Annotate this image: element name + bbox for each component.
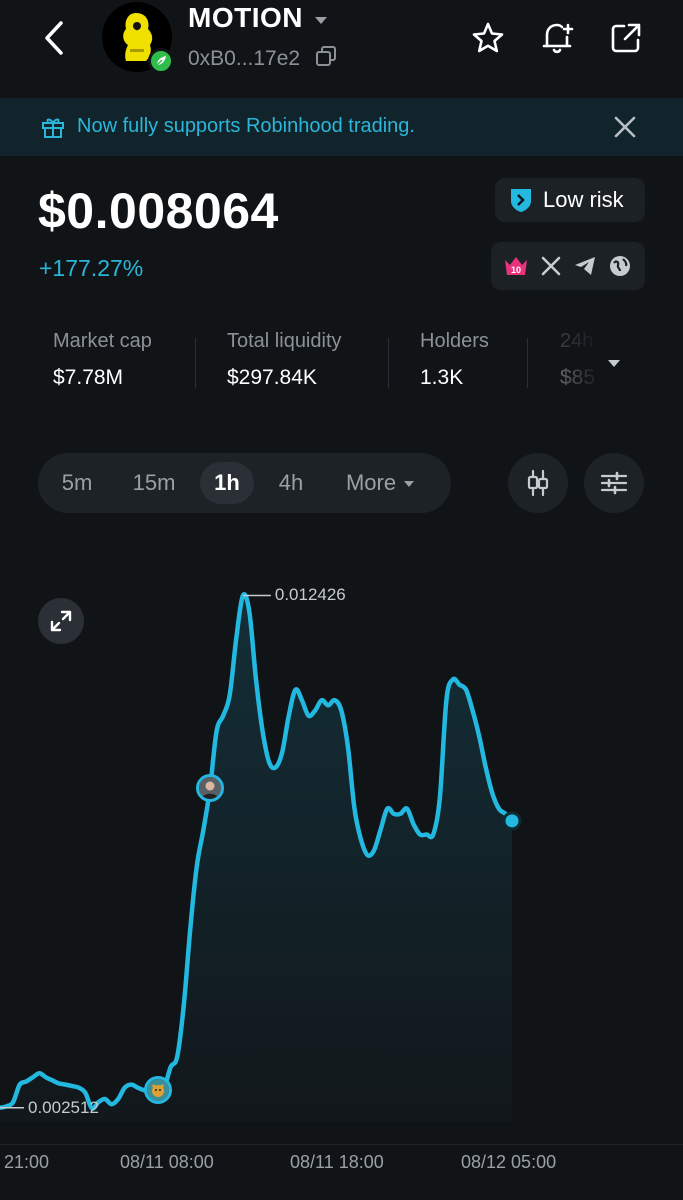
chart-type-button[interactable] <box>508 453 568 513</box>
timeframe-15m[interactable]: 15m <box>121 462 187 504</box>
stat-label: Holders <box>420 330 489 352</box>
token-name-selector[interactable]: MOTION <box>188 2 327 34</box>
price-change: +177.27% <box>39 255 144 281</box>
risk-badge[interactable]: Low risk <box>495 178 645 222</box>
trader-avatar-icon <box>146 1078 169 1101</box>
stat-24h-volume: 24h $85 <box>560 330 602 390</box>
stat-value: 1.3K <box>420 366 464 389</box>
divider <box>388 338 389 388</box>
telegram-icon[interactable] <box>572 253 598 279</box>
price-chart[interactable] <box>0 540 683 1160</box>
trader-avatar-icon <box>199 777 222 799</box>
price-alert-button[interactable] <box>538 16 578 60</box>
more-label: More <box>345 470 397 495</box>
stat-total-liquidity: Total liquidity $297.84K <box>227 330 342 390</box>
bell-plus-icon <box>542 23 574 54</box>
caret-down-icon <box>315 16 327 24</box>
gift-icon <box>40 114 66 145</box>
copy-icon[interactable] <box>314 44 338 74</box>
social-links: 10 <box>491 242 645 290</box>
expand-icon <box>50 610 72 632</box>
banner-text: Now fully supports Robinhood trading. <box>77 115 415 137</box>
chart-settings-button[interactable] <box>584 453 644 513</box>
share-icon <box>611 23 641 53</box>
stat-market-cap: Market cap $7.78M <box>53 330 152 390</box>
price-chart-svg <box>0 592 522 1122</box>
current-price: $0.008064 <box>38 183 279 239</box>
trader-marker[interactable] <box>143 1075 172 1104</box>
stat-label: Market cap <box>53 330 152 352</box>
rank-badge-number: 10 <box>511 265 521 275</box>
x-tick-label: 08/12 05:00 <box>461 1152 557 1172</box>
x-tick-label: 08/11 18:00 <box>290 1152 384 1172</box>
divider <box>527 338 528 388</box>
rank-crown-icon[interactable]: 10 <box>503 253 529 279</box>
timeframe-1h[interactable]: 1h <box>200 462 254 504</box>
risk-label: Low risk <box>543 187 624 212</box>
x-twitter-icon[interactable] <box>538 253 564 279</box>
token-avatar[interactable] <box>102 2 174 74</box>
stat-holders: Holders 1.3K <box>420 330 489 390</box>
verified-badge-icon <box>148 48 174 74</box>
chart-low-label: 0.002512 <box>28 1097 99 1117</box>
divider <box>195 338 196 388</box>
star-icon <box>472 22 504 53</box>
x-tick-label: 08/11 08:00 <box>120 1152 214 1172</box>
token-address: 0xB0...17e2 <box>188 47 301 70</box>
current-price-dot <box>502 811 522 831</box>
stat-label: Total liquidity <box>227 330 342 352</box>
fullscreen-button[interactable] <box>38 598 84 644</box>
close-icon <box>614 116 636 138</box>
chevron-left-icon <box>45 21 63 55</box>
timeframe-5m[interactable]: 5m <box>50 462 104 504</box>
close-banner-button[interactable] <box>608 110 642 144</box>
chart-high-label: 0.012426 <box>274 585 346 605</box>
x-axis-line <box>0 1144 683 1145</box>
token-stats: Market cap $7.78M Total liquidity $297.8… <box>0 330 683 406</box>
timeframe-more[interactable]: More <box>333 462 427 504</box>
stat-label: 24h <box>560 330 594 352</box>
stat-value: $85 <box>560 366 596 389</box>
announcement-banner: Now fully supports Robinhood trading. <box>0 98 683 156</box>
globe-icon[interactable] <box>607 253 633 279</box>
stat-value: $297.84K <box>227 366 317 389</box>
stat-value: $7.78M <box>53 366 124 389</box>
sliders-icon <box>600 471 628 495</box>
share-button[interactable] <box>606 16 646 60</box>
shield-icon <box>511 189 531 212</box>
candlestick-icon <box>527 469 549 497</box>
trader-marker[interactable] <box>196 774 225 802</box>
token-address-row: 0xB0...17e2 <box>188 44 338 74</box>
timeframe-4h[interactable]: 4h <box>264 462 318 504</box>
caret-down-icon <box>404 481 415 487</box>
x-tick-label: 21:00 <box>4 1152 50 1172</box>
back-button[interactable] <box>34 16 74 60</box>
token-name: MOTION <box>188 2 303 33</box>
favorite-button[interactable] <box>468 16 508 60</box>
token-header: MOTION 0xB0...17e2 <box>0 0 683 80</box>
timeframe-selector: 5m 15m 1h 4h More <box>38 453 451 513</box>
expand-stats-icon[interactable] <box>608 360 620 367</box>
